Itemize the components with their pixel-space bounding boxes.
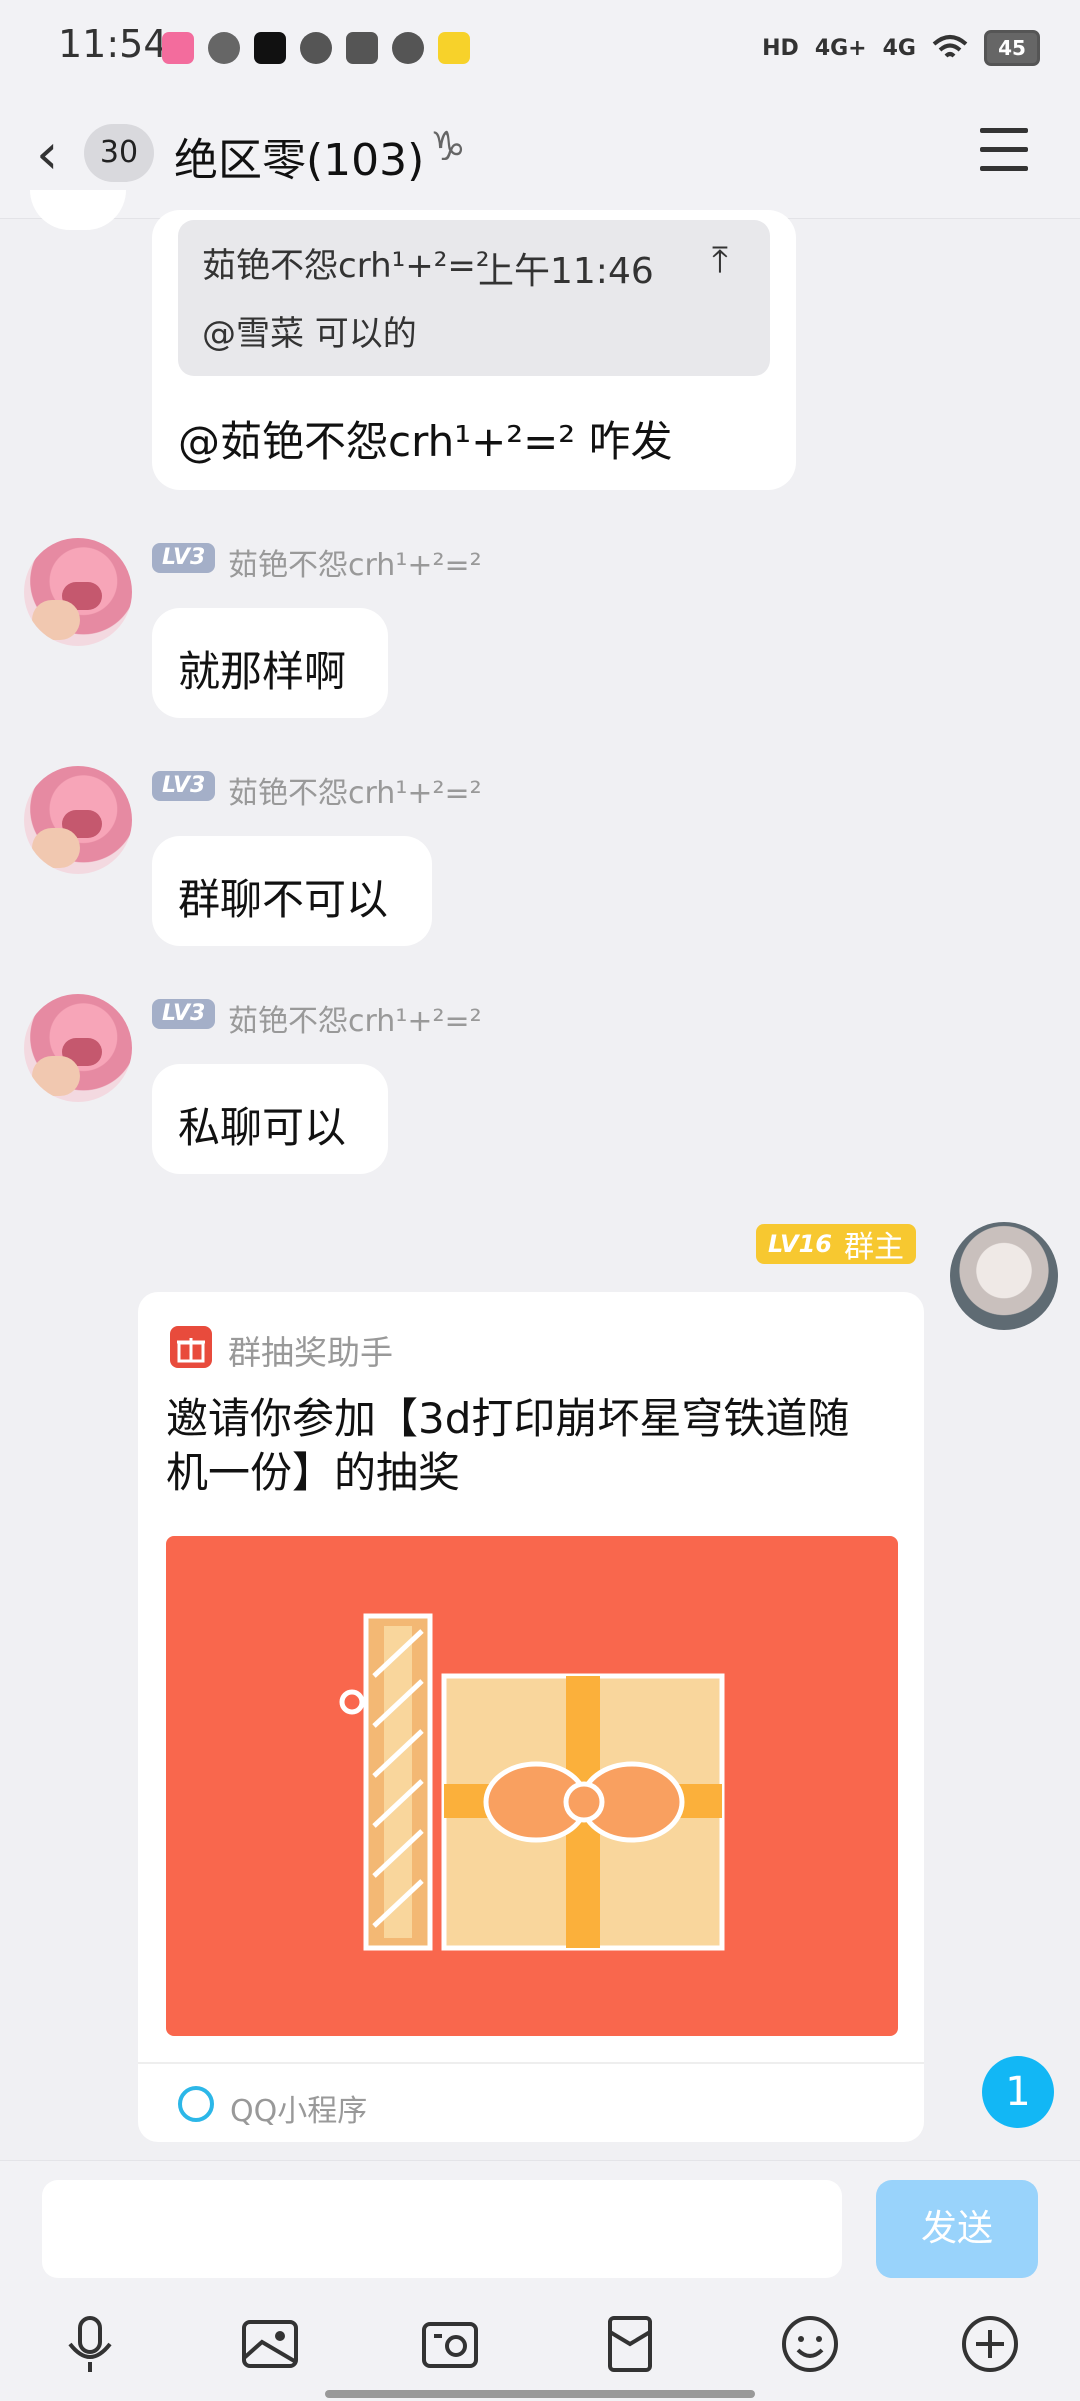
unread-count-badge[interactable]: 30 xyxy=(84,124,154,182)
card-title: 邀请你参加【3d打印崩坏星穹铁道随机一份】的抽奖 xyxy=(166,1394,850,1497)
app-icon xyxy=(438,32,470,64)
quote-text: @雪菜 可以的 xyxy=(202,314,417,354)
signal-4g-plus-icon: 4G+ xyxy=(814,35,867,61)
new-message-indicator[interactable]: 1 xyxy=(982,2056,1054,2128)
weibo-icon xyxy=(392,32,424,64)
battery-icon: 45 xyxy=(984,30,1040,66)
wechat-icon xyxy=(300,32,332,64)
quote-author: 茹铯不怨crh¹+²=² xyxy=(202,246,490,286)
image-icon[interactable] xyxy=(238,2312,302,2376)
avatar[interactable] xyxy=(30,190,126,230)
avatar[interactable] xyxy=(950,1222,1058,1330)
emoji-icon[interactable] xyxy=(778,2312,842,2376)
bilibili-icon xyxy=(162,32,194,64)
owner-badge: LV16 群主 xyxy=(756,1224,916,1265)
card-banner xyxy=(166,1536,898,2036)
wifi-icon xyxy=(932,35,968,58)
gift-box-illustration xyxy=(339,1613,725,1951)
gift-icon xyxy=(170,1326,212,1368)
microphone-icon[interactable] xyxy=(58,2312,122,2376)
chat-title[interactable]: 绝区零(103) xyxy=(174,124,424,188)
video-icon xyxy=(346,32,378,64)
role-label: 群主 xyxy=(843,1230,904,1265)
sender-nickname[interactable]: 茹铯不怨crh¹+²=² xyxy=(228,768,482,812)
card-footer: QQ小程序 xyxy=(230,2094,368,2129)
home-indicator[interactable] xyxy=(325,2390,755,2398)
message-text: 就那样啊 xyxy=(178,647,347,696)
avatar[interactable] xyxy=(24,994,132,1102)
status-time: 11:54 xyxy=(58,22,168,66)
input-toolbar xyxy=(0,2300,1080,2400)
plus-icon[interactable] xyxy=(958,2312,1022,2376)
send-button[interactable]: 发送 xyxy=(876,2180,1038,2278)
level-badge: LV3 xyxy=(152,999,216,1029)
card-divider xyxy=(138,2062,924,2064)
level-badge: LV3 xyxy=(152,771,216,801)
back-icon[interactable]: ‹ xyxy=(36,122,58,187)
message-text: @茹铯不怨crh¹+²=² 咋发 xyxy=(178,417,673,466)
avatar[interactable] xyxy=(24,766,132,874)
red-packet-icon[interactable] xyxy=(598,2312,662,2376)
message-text: 群聊不可以 xyxy=(178,875,389,924)
menu-icon[interactable] xyxy=(980,128,1028,172)
notification-icons xyxy=(162,32,470,64)
camera-icon[interactable] xyxy=(418,2312,482,2376)
chat-header xyxy=(0,100,1080,219)
avatar[interactable] xyxy=(24,538,132,646)
message-text: 私聊可以 xyxy=(178,1103,347,1152)
level-badge: LV3 xyxy=(152,543,216,573)
hd-icon: HD xyxy=(762,35,799,61)
sender-nickname[interactable]: 茹铯不怨crh¹+²=² xyxy=(228,996,482,1040)
system-icons: HD 4G+ 4G 45 xyxy=(762,30,1040,66)
mini-program-icon xyxy=(178,2086,214,2122)
earpiece-mode-icon[interactable]: ♑ xyxy=(430,124,466,170)
quote-time: 上午11:46 xyxy=(478,251,654,292)
jump-to-quote-icon[interactable]: ⤒ xyxy=(712,240,728,282)
signal-4g-icon: 4G xyxy=(882,35,916,61)
tiktok-icon xyxy=(254,32,286,64)
message-input[interactable] xyxy=(42,2180,842,2278)
app-icon xyxy=(208,32,240,64)
gift-glyph xyxy=(177,1338,205,1363)
card-source: 群抽奖助手 xyxy=(228,1333,393,1372)
sender-nickname[interactable]: 茹铯不怨crh¹+²=² xyxy=(228,540,482,584)
level-badge: LV16 xyxy=(768,1230,832,1258)
